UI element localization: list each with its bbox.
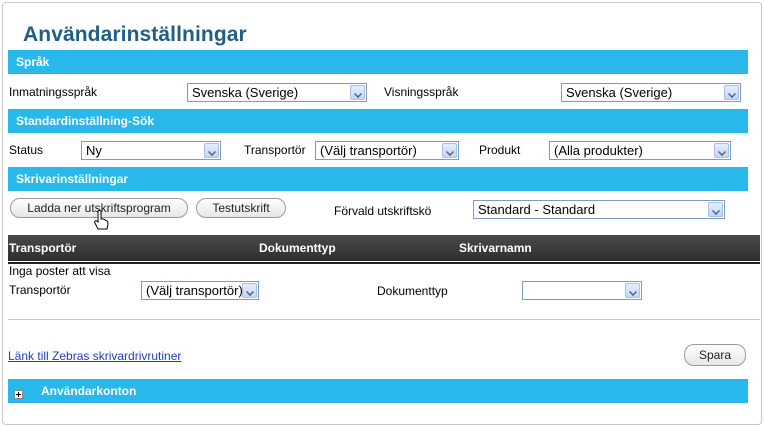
chevron-down-icon[interactable] <box>714 143 729 158</box>
column-header-carrier[interactable]: Transportör <box>9 241 76 255</box>
product-label: Produkt <box>479 143 521 157</box>
display-language-value: Svenska (Sverige) <box>566 85 673 100</box>
zebra-drivers-link[interactable]: Länk till Zebras skrivardrivrutiner <box>8 349 181 363</box>
section-header-printer: Skrivarinställningar <box>8 167 748 191</box>
expand-plus-icon[interactable] <box>14 390 23 399</box>
status-value: Ny <box>86 143 102 158</box>
carrier-label: Transportör <box>244 143 306 157</box>
product-select[interactable]: (Alla produkter) <box>549 141 731 160</box>
section-divider <box>8 319 760 320</box>
default-print-queue-value: Standard - Standard <box>478 202 596 217</box>
settings-panel: Användarinställningar Språk Inmatningssp… <box>2 2 762 425</box>
hand-cursor-icon <box>94 210 109 230</box>
chevron-down-icon[interactable] <box>442 143 457 158</box>
new-row-doctype-label: Dokumenttyp <box>377 284 448 298</box>
chevron-down-icon[interactable] <box>724 85 739 100</box>
display-language-select[interactable]: Svenska (Sverige) <box>561 83 741 102</box>
new-row-carrier-value: (Välj transportör) <box>146 283 243 298</box>
section-header-language: Språk <box>8 50 748 74</box>
table-divider <box>8 262 760 264</box>
chevron-down-icon[interactable] <box>625 283 640 298</box>
input-language-select[interactable]: Svenska (Sverige) <box>187 83 367 102</box>
status-label: Status <box>9 143 44 157</box>
carrier-select[interactable]: (Välj transportör) <box>315 141 459 160</box>
chevron-down-icon[interactable] <box>242 283 257 298</box>
default-print-queue-label: Förvald utskriftskö <box>334 204 432 218</box>
empty-table-message: Inga poster att visa <box>9 264 111 278</box>
product-value: (Alla produkter) <box>554 143 643 158</box>
printer-table-header: Transportör Dokumenttyp Skrivarnamn <box>8 235 760 261</box>
section-header-accounts[interactable]: Användarkonton <box>8 379 748 403</box>
chevron-down-icon[interactable] <box>350 85 365 100</box>
status-select[interactable]: Ny <box>81 141 221 160</box>
new-row-doctype-select[interactable] <box>522 281 642 300</box>
test-print-button[interactable]: Testutskrift <box>196 198 286 218</box>
chevron-down-icon[interactable] <box>708 202 723 217</box>
new-row-carrier-select[interactable]: (Välj transportör) <box>141 281 259 300</box>
column-header-document-type[interactable]: Dokumenttyp <box>259 241 336 255</box>
carrier-value: (Välj transportör) <box>320 143 417 158</box>
page-title: Användarinställningar <box>23 23 247 46</box>
column-header-printer-name[interactable]: Skrivarnamn <box>459 241 532 255</box>
display-language-label: Visningsspråk <box>384 85 459 99</box>
input-language-label: Inmatningsspråk <box>9 85 98 99</box>
new-row-carrier-label: Transportör <box>9 283 71 297</box>
save-button[interactable]: Spara <box>684 344 746 366</box>
section-header-search-defaults: Standardinställning-Sök <box>8 109 748 133</box>
chevron-down-icon[interactable] <box>204 143 219 158</box>
input-language-value: Svenska (Sverige) <box>192 85 299 100</box>
default-print-queue-select[interactable]: Standard - Standard <box>473 200 725 219</box>
